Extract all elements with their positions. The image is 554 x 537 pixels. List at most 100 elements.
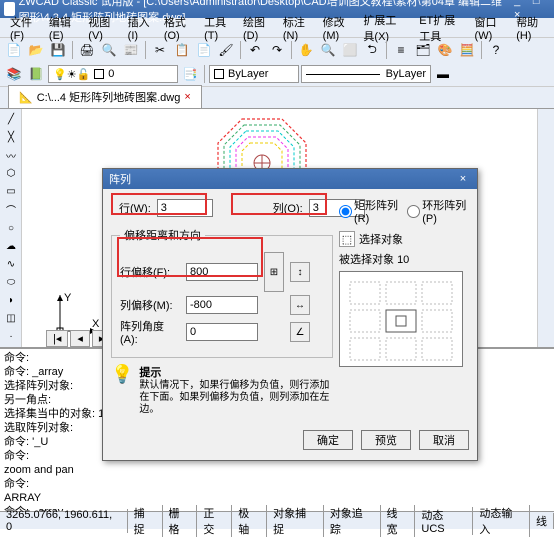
osnap-toggle[interactable]: 对象捕捉 xyxy=(267,505,324,537)
circle-icon[interactable]: ○ xyxy=(2,219,20,236)
col-offset-input[interactable] xyxy=(186,296,258,314)
otrack-toggle[interactable]: 对象追踪 xyxy=(324,505,381,537)
minimize-button[interactable]: _ xyxy=(509,0,525,9)
polygon-icon[interactable]: ⬡ xyxy=(2,165,20,182)
polar-toggle[interactable]: 极轴 xyxy=(232,505,267,537)
undo-icon[interactable]: ↶ xyxy=(245,40,265,60)
doc-icon: 📐 xyxy=(19,91,33,104)
layer-icon[interactable]: 📚 xyxy=(4,64,24,84)
publish-icon[interactable]: 📰 xyxy=(121,40,141,60)
ellipse-arc-icon[interactable]: ◗ xyxy=(2,292,20,309)
snap-toggle[interactable]: 捕捉 xyxy=(128,505,163,537)
pick-both-offsets-icon[interactable]: ⊞ xyxy=(264,252,284,292)
calc-icon[interactable]: 🧮 xyxy=(457,40,477,60)
xline-icon[interactable]: ╳ xyxy=(2,129,20,146)
rect-icon[interactable]: ▭ xyxy=(2,183,20,200)
new-icon[interactable]: 📄 xyxy=(4,40,24,60)
grid-toggle[interactable]: 栅格 xyxy=(163,505,198,537)
menu-insert[interactable]: 插入(I) xyxy=(122,12,158,44)
nav-first-icon[interactable]: |◂ xyxy=(46,330,68,347)
menu-view[interactable]: 视图(V) xyxy=(82,12,121,44)
menu-window[interactable]: 窗口(W) xyxy=(469,12,511,44)
pick-angle-icon[interactable]: ∠ xyxy=(290,322,310,342)
copy-icon[interactable]: 📋 xyxy=(172,40,192,60)
radio-rect-input[interactable] xyxy=(339,205,352,218)
arc-icon[interactable]: ⌒ xyxy=(2,201,20,218)
open-icon[interactable]: 📂 xyxy=(26,40,46,60)
preview-icon[interactable]: 🔍 xyxy=(99,40,119,60)
match-icon[interactable]: 🖌 xyxy=(216,40,236,60)
dialog-right-panel: 矩形阵列(R) 环形阵列(P) ⬚ 选择对象 被选择对象 10 xyxy=(339,197,469,367)
highlight-offsets xyxy=(117,237,263,277)
menu-modify[interactable]: 修改(M) xyxy=(317,12,358,44)
menu-draw[interactable]: 绘图(D) xyxy=(237,12,277,44)
radio-polar-input[interactable] xyxy=(407,205,420,218)
vertical-scrollbar[interactable] xyxy=(537,109,554,347)
menu-bar: 文件(F) 编辑(E) 视图(V) 插入(I) 格式(O) 工具(T) 绘图(D… xyxy=(0,18,554,38)
toolbars: 📄 📂 💾 🖨 🔍 📰 ✂ 📋 📄 🖌 ↶ ↷ ✋ 🔍 ⬜ ⮌ ≡ 🗂 🎨 🧮 … xyxy=(0,38,554,87)
doc-close-icon[interactable]: × xyxy=(184,91,190,103)
block-icon[interactable]: ◫ xyxy=(2,310,20,327)
lweight-toggle[interactable]: 线宽 xyxy=(381,505,416,537)
highlight-rows xyxy=(111,193,207,215)
ortho-toggle[interactable]: 正交 xyxy=(197,505,232,537)
zoom-icon[interactable]: 🔍 xyxy=(318,40,338,60)
color-combo[interactable]: ByLayer xyxy=(209,65,299,83)
lineweight-icon[interactable]: ▬ xyxy=(433,64,453,84)
point-icon[interactable]: · xyxy=(2,328,20,345)
pline-icon[interactable]: 〰 xyxy=(2,147,20,164)
maximize-button[interactable]: □ xyxy=(528,0,544,9)
radio-polar[interactable]: 环形阵列(P) xyxy=(407,197,469,225)
pan-icon[interactable]: ✋ xyxy=(296,40,316,60)
layer-prev-icon[interactable]: 📗 xyxy=(26,64,46,84)
preview-button[interactable]: 预览 xyxy=(361,430,411,450)
dialog-close-icon[interactable]: × xyxy=(455,173,471,185)
tool-palette-icon[interactable]: 🎨 xyxy=(435,40,455,60)
angle-input[interactable] xyxy=(186,323,258,341)
properties-icon[interactable]: ≡ xyxy=(391,40,411,60)
cancel-button[interactable]: 取消 xyxy=(419,430,469,450)
pick-row-offset-icon[interactable]: ↕ xyxy=(290,262,310,282)
linetype-combo[interactable]: ByLayer xyxy=(301,65,431,83)
ellipse-icon[interactable]: ⬭ xyxy=(2,274,20,291)
cut-icon[interactable]: ✂ xyxy=(150,40,170,60)
ducs-toggle[interactable]: 动态UCS xyxy=(415,507,473,535)
layer-combo[interactable]: 💡 ☀ 🔓 0 xyxy=(48,65,178,83)
zoom-prev-icon[interactable]: ⮌ xyxy=(362,40,382,60)
design-center-icon[interactable]: 🗂 xyxy=(413,40,433,60)
help-icon[interactable]: ? xyxy=(486,40,506,60)
print-icon[interactable]: 🖨 xyxy=(77,40,97,60)
radio-rect[interactable]: 矩形阵列(R) xyxy=(339,197,401,225)
menu-help[interactable]: 帮助(H) xyxy=(510,12,550,44)
dialog-title: 阵列 xyxy=(109,171,131,187)
line-toggle[interactable]: 线 xyxy=(530,513,554,529)
revcloud-icon[interactable]: ☁ xyxy=(2,238,20,255)
spline-icon[interactable]: ∿ xyxy=(2,256,20,273)
redo-icon[interactable]: ↷ xyxy=(267,40,287,60)
menu-edit[interactable]: 编辑(E) xyxy=(43,12,82,44)
cmd-line: 命令: xyxy=(4,477,550,491)
color-swatch-icon xyxy=(94,69,104,79)
paste-icon[interactable]: 📄 xyxy=(194,40,214,60)
line-icon[interactable]: ╱ xyxy=(2,111,20,128)
status-bar: 3265.0766, 1960.611, 0 捕捉 栅格 正交 极轴 对象捕捉 … xyxy=(0,511,554,529)
angle-label: 阵列角度(A): xyxy=(120,318,180,346)
doc-tab[interactable]: 📐 C:\...4 矩形阵列地砖图案.dwg × xyxy=(8,85,202,108)
nav-prev-icon[interactable]: ◂ xyxy=(70,330,90,347)
toolbar-standard: 📄 📂 💾 🖨 🔍 📰 ✂ 📋 📄 🖌 ↶ ↷ ✋ 🔍 ⬜ ⮌ ≡ 🗂 🎨 🧮 … xyxy=(0,38,554,62)
layer-tools-icon[interactable]: 📑 xyxy=(180,64,200,84)
select-objects-label: 选择对象 xyxy=(359,231,403,247)
select-objects-button[interactable]: ⬚ 选择对象 xyxy=(339,231,469,247)
lock-icon: 🔓 xyxy=(77,68,91,81)
menu-tools[interactable]: 工具(T) xyxy=(198,12,237,44)
sun-icon: ☀ xyxy=(67,68,77,81)
zoom-window-icon[interactable]: ⬜ xyxy=(340,40,360,60)
dyn-toggle[interactable]: 动态输入 xyxy=(473,505,530,537)
pick-col-offset-icon[interactable]: ↔ xyxy=(290,295,310,315)
dialog-title-bar[interactable]: 阵列 × xyxy=(103,169,477,189)
menu-format[interactable]: 格式(O) xyxy=(158,12,198,44)
save-icon[interactable]: 💾 xyxy=(48,40,68,60)
ok-button[interactable]: 确定 xyxy=(303,430,353,450)
menu-dimension[interactable]: 标注(N) xyxy=(277,12,317,44)
menu-file[interactable]: 文件(F) xyxy=(4,12,43,44)
